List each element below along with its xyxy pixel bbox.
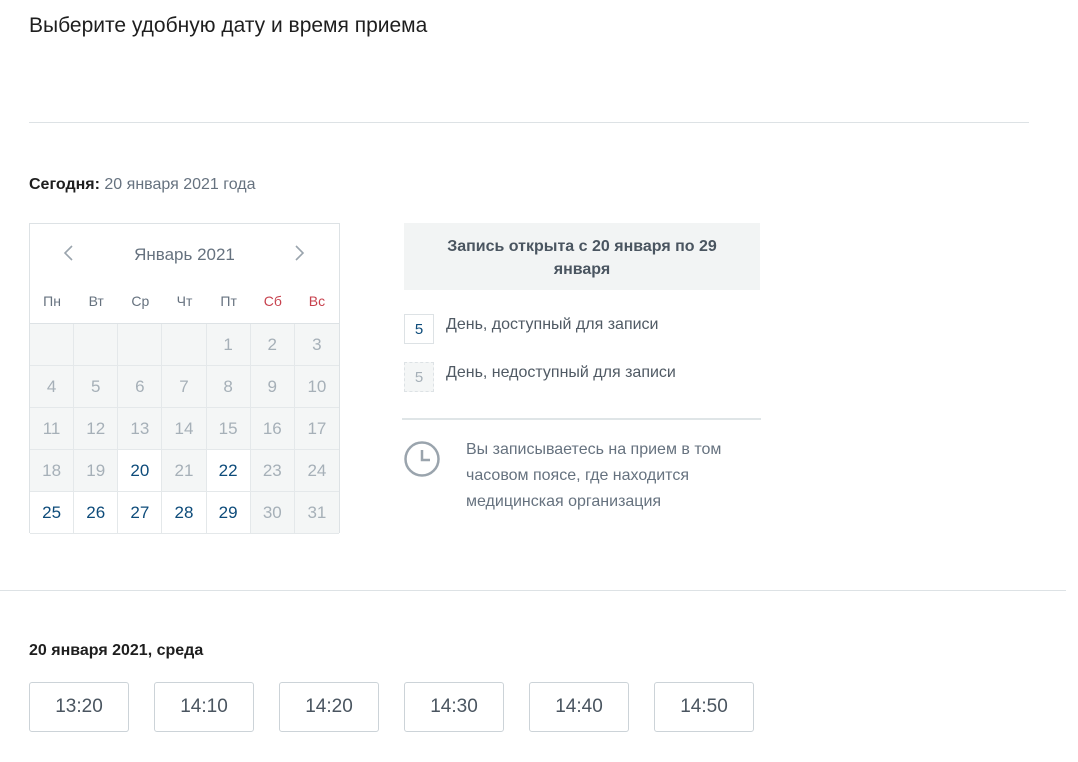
calendar-day-unavailable: 12 [74,408,119,450]
calendar-day-unavailable: 3 [294,324,339,366]
calendar-day-unavailable: 7 [162,366,207,408]
legend-unavailable: 5 День, недоступный для записи [404,362,676,392]
bottom-divider [0,590,1066,591]
calendar-day-unavailable: 10 [294,366,339,408]
time-slot-button[interactable]: 13:20 [29,682,129,732]
calendar-days-grid: 1 2 3 4 5 6 7 8 9 10 11 12 13 14 15 16 17 18 19 20 21 22 23 24 2… [30,323,339,534]
calendar-day-available[interactable]: 29 [206,492,251,534]
calendar-day-unavailable: 16 [250,408,295,450]
calendar-day-unavailable: 24 [294,450,339,492]
calendar-empty-cell [74,324,119,366]
calendar-day-unavailable: 1 [206,324,251,366]
legend-unavailable-text: День, недоступный для записи [446,364,676,381]
time-slot-button[interactable]: 14:40 [529,682,629,732]
weekday-label: Ср [131,293,150,309]
calendar-day-unavailable: 2 [250,324,295,366]
calendar-day-unavailable: 14 [162,408,207,450]
calendar-day-unavailable: 13 [118,408,163,450]
weekday-label: Чт [176,293,193,309]
next-month-button[interactable] [286,240,312,266]
calendar-day-unavailable: 5 [74,366,119,408]
calendar-day-available[interactable]: 20 [118,450,163,492]
calendar-day-unavailable: 17 [294,408,339,450]
calendar-day-available[interactable]: 22 [206,450,251,492]
calendar-day-unavailable: 23 [250,450,295,492]
calendar-day-unavailable: 4 [30,366,75,408]
calendar-day-unavailable: 18 [30,450,75,492]
clock-icon [404,441,440,477]
time-slot-button[interactable]: 14:20 [279,682,379,732]
calendar-day-unavailable: 8 [206,366,251,408]
time-slot-button[interactable]: 14:30 [404,682,504,732]
calendar-empty-cell [162,324,207,366]
calendar-day-unavailable: 31 [294,492,339,534]
weekday-label-weekend: Вс [308,293,326,309]
calendar: Январь 2021 Пн Вт Ср Чт Пт Сб Вс 1234567… [29,223,340,534]
weekday-label: Вт [88,293,104,309]
chevron-right-icon [295,245,305,261]
calendar-day-unavailable: 9 [250,366,295,408]
calendar-day-unavailable: 30 [250,492,295,534]
info-divider [402,418,761,420]
calendar-day-unavailable: 6 [118,366,163,408]
calendar-day-unavailable: 11 [30,408,75,450]
calendar-weekdays: Пн Вт Ср Чт Пт Сб Вс [30,289,339,315]
today-value: 20 января 2021 года [104,176,256,193]
legend-unavailable-sample: 5 [404,362,434,392]
legend-available-sample: 5 [404,314,434,344]
calendar-day-available[interactable]: 27 [118,492,163,534]
weekday-label-weekend: Сб [263,293,282,309]
weekday-label: Пт [220,293,237,309]
top-divider [29,122,1029,123]
calendar-empty-cell [30,324,75,366]
legend-available: 5 День, доступный для записи [404,314,658,344]
time-slots: 13:20 14:10 14:20 14:30 14:40 14:50 [29,682,779,732]
today-label: Сегодня: [29,176,100,193]
page-title: Выберите удобную дату и время приема [29,14,428,37]
calendar-day-available[interactable]: 26 [74,492,119,534]
legend-available-text: День, доступный для записи [446,316,659,333]
today-line: Сегодня: 20 января 2021 года [29,176,256,194]
calendar-day-available[interactable]: 28 [162,492,207,534]
time-slot-button[interactable]: 14:10 [154,682,254,732]
selected-date-heading: 20 января 2021, среда [29,642,204,659]
time-slot-button[interactable]: 14:50 [654,682,754,732]
booking-period-banner: Запись открыта с 20 января по 29 января [404,223,760,290]
calendar-day-unavailable: 19 [74,450,119,492]
calendar-empty-cell [118,324,163,366]
calendar-header: Январь 2021 [30,224,339,284]
calendar-day-available[interactable]: 25 [30,492,75,534]
weekday-label: Пн [43,293,61,309]
calendar-day-unavailable: 21 [162,450,207,492]
calendar-day-unavailable: 15 [206,408,251,450]
timezone-note: Вы записываетесь на прием в том часовом … [466,441,722,510]
